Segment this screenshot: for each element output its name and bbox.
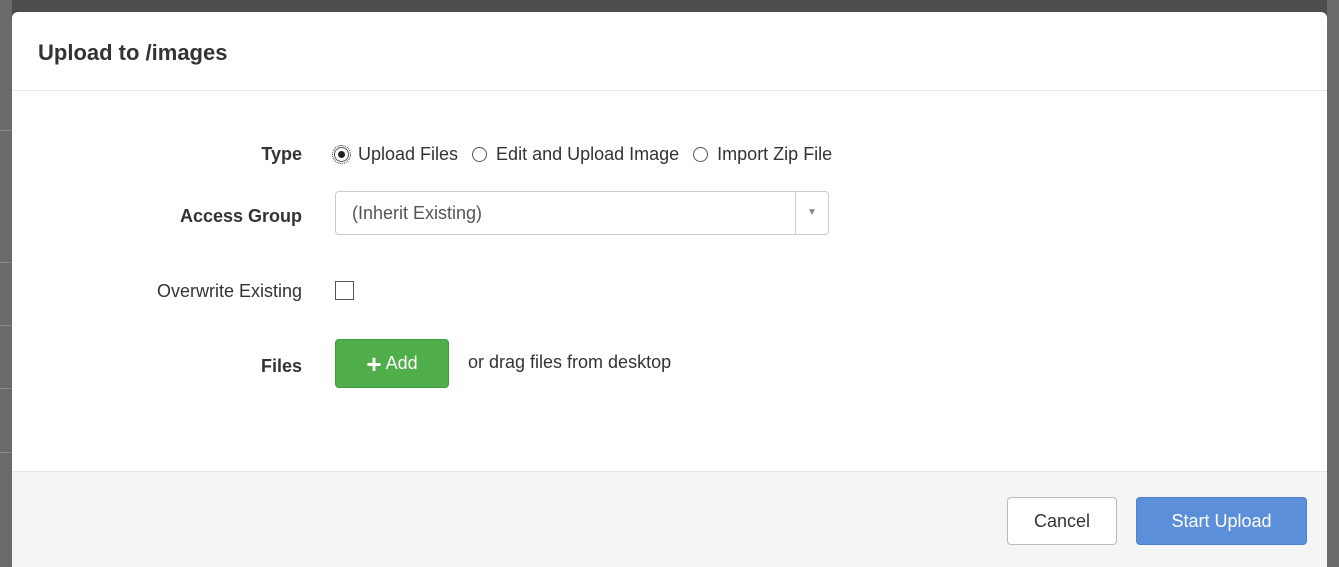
background-divider — [0, 262, 12, 263]
access-group-row: Access Group (Inherit Existing) ▼ — [12, 191, 1327, 237]
dialog-title: Upload to /images — [38, 40, 228, 65]
dialog-footer: Cancel Start Upload — [12, 471, 1327, 567]
type-row: Type Upload Files Edit and Upload Image … — [12, 131, 1327, 177]
overwrite-checkbox[interactable] — [335, 281, 354, 300]
dialog-body: Type Upload Files Edit and Upload Image … — [12, 91, 1327, 471]
radio-import-zip-file[interactable]: Import Zip File — [693, 143, 832, 165]
radio-label[interactable]: Upload Files — [358, 143, 458, 165]
cancel-button[interactable]: Cancel — [1007, 497, 1117, 545]
access-group-select[interactable]: (Inherit Existing) ▼ — [335, 191, 829, 235]
type-radio-group: Upload Files Edit and Upload Image Impor… — [332, 143, 846, 165]
access-group-label: Access Group — [179, 206, 302, 226]
chevron-down-icon[interactable]: ▼ — [795, 192, 828, 234]
radio-edit-upload-image[interactable]: Edit and Upload Image — [472, 143, 679, 165]
overwrite-label: Overwrite Existing — [156, 281, 302, 301]
dialog-header: Upload to /images — [12, 12, 1327, 91]
background-page-edge-right — [1327, 0, 1339, 567]
type-label: Type — [261, 144, 302, 164]
upload-dialog: Upload to /images Type Upload Files Edit… — [12, 12, 1327, 567]
radio-unchecked-icon[interactable] — [472, 146, 488, 162]
radio-unchecked-icon[interactable] — [693, 146, 709, 162]
add-button-label: Add — [385, 353, 418, 373]
drag-files-hint: or drag files from desktop — [468, 352, 672, 372]
background-divider — [0, 130, 12, 131]
files-row: Files + Add or drag files from desktop — [12, 339, 1327, 388]
add-files-button[interactable]: + Add — [335, 339, 449, 388]
background-page-edge — [0, 0, 12, 567]
radio-checked-icon[interactable] — [332, 144, 351, 164]
start-upload-button[interactable]: Start Upload — [1136, 497, 1307, 545]
radio-label[interactable]: Import Zip File — [717, 143, 832, 165]
background-divider — [0, 325, 12, 326]
access-group-value: (Inherit Existing) — [352, 203, 483, 223]
background-divider — [0, 388, 12, 389]
plus-icon: + — [366, 348, 382, 379]
radio-label[interactable]: Edit and Upload Image — [496, 143, 679, 165]
overwrite-row: Overwrite Existing — [12, 280, 1327, 326]
background-divider — [0, 452, 12, 453]
files-label: Files — [260, 356, 302, 376]
radio-upload-files[interactable]: Upload Files — [332, 143, 458, 165]
